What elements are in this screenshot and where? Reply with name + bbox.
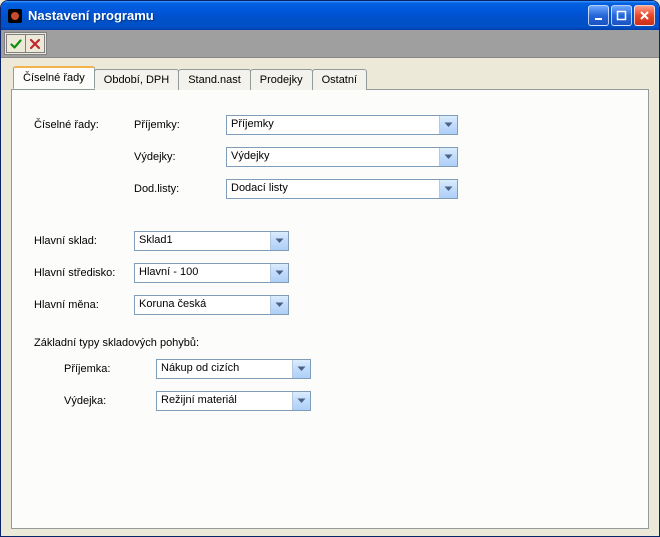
maximize-button[interactable] <box>611 5 632 26</box>
label-hlavni-mena: Hlavní měna: <box>34 299 134 311</box>
chevron-down-icon <box>439 116 457 134</box>
chevron-down-icon <box>439 180 457 198</box>
dropdown-dod-listy[interactable]: Dodací listy <box>226 179 458 199</box>
label-hlavni-stredisko: Hlavní středisko: <box>34 267 134 279</box>
tab-bar: Číselné řady Období, DPH Stand.nast Prod… <box>11 66 649 89</box>
tab-label: Ostatní <box>322 74 357 86</box>
tab-label: Období, DPH <box>104 74 169 86</box>
dropdown-hlavni-stredisko[interactable]: Hlavní - 100 <box>134 263 289 283</box>
dropdown-value: Výdejky <box>227 148 439 166</box>
chevron-down-icon <box>270 264 288 282</box>
ok-button[interactable] <box>6 34 26 53</box>
minimize-button[interactable] <box>588 5 609 26</box>
tab-label: Stand.nast <box>188 74 241 86</box>
program-settings-window: Nastavení programu <box>0 0 660 537</box>
dropdown-value: Hlavní - 100 <box>135 264 270 282</box>
client-area: Číselné řady Období, DPH Stand.nast Prod… <box>1 58 659 537</box>
dropdown-value: Sklad1 <box>135 232 270 250</box>
tab-ostatni[interactable]: Ostatní <box>312 69 367 90</box>
label-hlavni-sklad: Hlavní sklad: <box>34 235 134 247</box>
tab-label: Prodejky <box>260 74 303 86</box>
dropdown-prijemka[interactable]: Nákup od cizích <box>156 359 311 379</box>
dropdown-value: Dodací listy <box>227 180 439 198</box>
app-icon <box>7 8 23 24</box>
titlebar: Nastavení programu <box>1 1 659 30</box>
label-vydejka: Výdejka: <box>64 395 156 407</box>
window-title: Nastavení programu <box>28 8 588 23</box>
dropdown-value: Koruna česká <box>135 296 270 314</box>
chevron-down-icon <box>439 148 457 166</box>
dropdown-prijemky[interactable]: Příjemky <box>226 115 458 135</box>
label-prijemka: Příjemka: <box>64 363 156 375</box>
window-controls <box>588 5 655 26</box>
label-vydejky: Výdejky: <box>134 151 226 163</box>
chevron-down-icon <box>270 232 288 250</box>
label-dod-listy: Dod.listy: <box>134 183 226 195</box>
dropdown-value: Nákup od cizích <box>157 360 292 378</box>
label-prijemky: Příjemky: <box>134 119 226 131</box>
chevron-down-icon <box>292 360 310 378</box>
chevron-down-icon <box>292 392 310 410</box>
dropdown-hlavni-sklad[interactable]: Sklad1 <box>134 231 289 251</box>
tab-ciselne-rady[interactable]: Číselné řady <box>13 66 95 89</box>
tab-obdobi-dph[interactable]: Období, DPH <box>94 69 179 90</box>
cancel-button[interactable] <box>25 34 45 53</box>
tab-prodejky[interactable]: Prodejky <box>250 69 313 90</box>
dropdown-value: Režijní materiál <box>157 392 292 410</box>
dropdown-value: Příjemky <box>227 116 439 134</box>
dropdown-vydejky[interactable]: Výdejky <box>226 147 458 167</box>
tab-panel: Číselné řady: Příjemky: Příjemky Výdejky… <box>11 89 649 529</box>
tab-stand-nast[interactable]: Stand.nast <box>178 69 251 90</box>
dropdown-vydejka[interactable]: Režijní materiál <box>156 391 311 411</box>
label-ciselne-rady: Číselné řady: <box>34 119 134 131</box>
label-zakladni-typy: Základní typy skladových pohybů: <box>34 337 626 349</box>
tab-label: Číselné řady <box>23 72 85 84</box>
close-button[interactable] <box>634 5 655 26</box>
toolbar <box>1 30 659 58</box>
chevron-down-icon <box>270 296 288 314</box>
dropdown-hlavni-mena[interactable]: Koruna česká <box>134 295 289 315</box>
